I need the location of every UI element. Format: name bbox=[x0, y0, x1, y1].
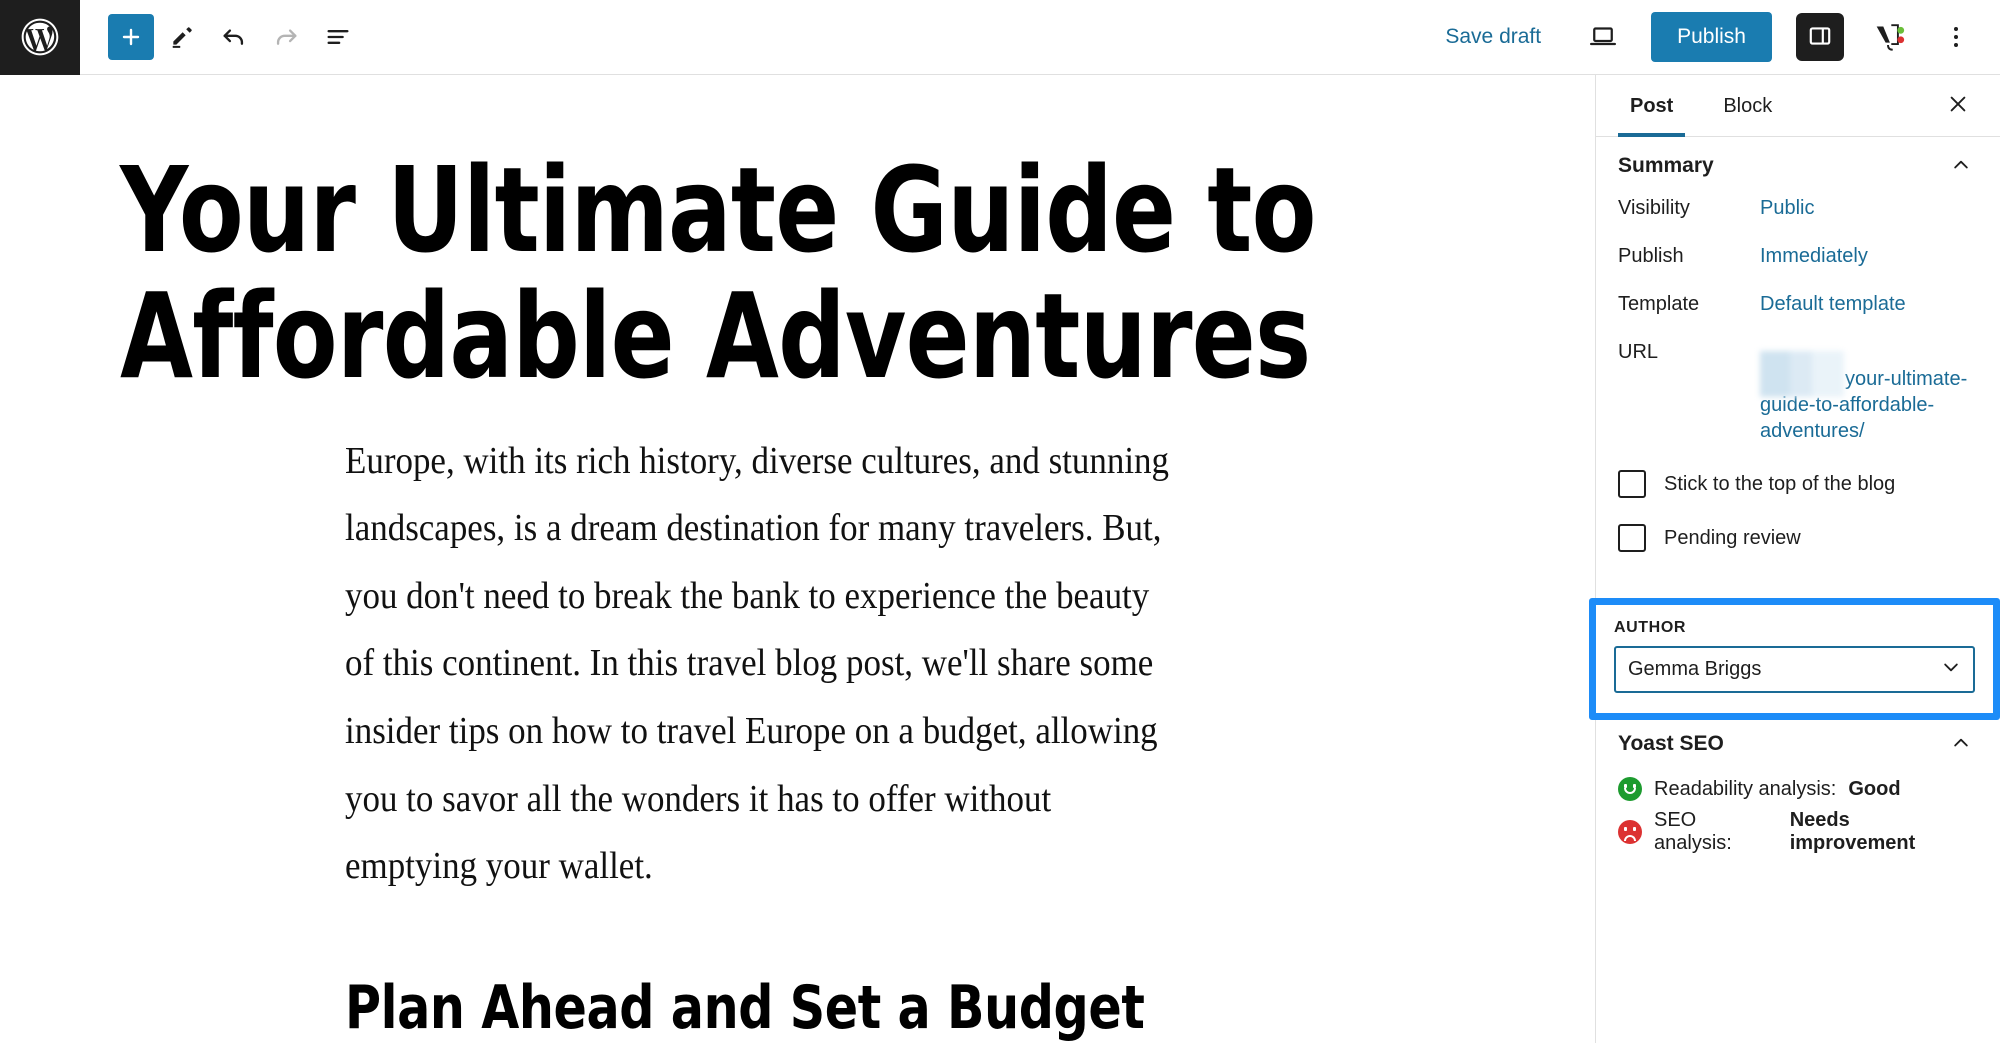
template-label: Template bbox=[1618, 293, 1700, 315]
editor-canvas[interactable]: Your Ultimate Guide to Affordable Advent… bbox=[0, 75, 1595, 1043]
visibility-value-button[interactable]: Public bbox=[1760, 195, 1978, 221]
author-section: AUTHOR Gemma Briggs bbox=[1596, 605, 1993, 693]
chevron-up-icon bbox=[1951, 155, 1971, 178]
readability-analysis-row[interactable]: Readability analysis: Good bbox=[1618, 777, 1978, 801]
green-smiley-face-icon bbox=[1618, 777, 1642, 801]
author-selected-value: Gemma Briggs bbox=[1628, 658, 1762, 680]
redacted-domain-blur bbox=[1760, 351, 1844, 397]
editor-top-toolbar: Save draft Publish bbox=[0, 0, 2000, 75]
redo-arrow-icon bbox=[272, 23, 300, 51]
summary-panel-title: Summary bbox=[1618, 154, 1714, 177]
seo-analysis-status: Needs improvement bbox=[1789, 809, 1916, 854]
laptop-preview-icon bbox=[1588, 21, 1618, 54]
summary-collapse-button[interactable] bbox=[1944, 149, 1978, 183]
redo-button[interactable] bbox=[262, 13, 310, 61]
post-paragraph-block[interactable]: Europe, with its rich history, diverse c… bbox=[345, 428, 1173, 901]
url-label: URL bbox=[1618, 341, 1659, 363]
yoast-seo-icon bbox=[1871, 19, 1905, 56]
plus-icon bbox=[119, 25, 143, 49]
sticky-post-checkbox[interactable] bbox=[1618, 470, 1646, 498]
right-toolbar-group: Save draft Publish bbox=[1431, 12, 2000, 62]
publish-button[interactable]: Publish bbox=[1651, 12, 1772, 62]
save-draft-button[interactable]: Save draft bbox=[1431, 17, 1555, 57]
author-label: AUTHOR bbox=[1614, 619, 1687, 636]
settings-sidebar-toggle-button[interactable] bbox=[1796, 13, 1844, 61]
visibility-label: Visibility bbox=[1618, 197, 1690, 219]
sticky-post-label: Stick to the top of the blog bbox=[1664, 472, 1896, 495]
summary-row-visibility: Visibility Public bbox=[1618, 195, 1978, 221]
tab-post[interactable]: Post bbox=[1618, 75, 1686, 137]
readability-analysis-label: Readability analysis: bbox=[1654, 777, 1837, 800]
sidebar-tab-bar: Post Block bbox=[1596, 75, 2000, 137]
seo-analysis-row[interactable]: SEO analysis: Needs improvement bbox=[1618, 809, 1978, 855]
url-value-button[interactable]: your-ultimate-guide-to-affordable-advent… bbox=[1760, 339, 1978, 444]
edit-mode-button[interactable] bbox=[158, 13, 206, 61]
three-dots-vertical-icon bbox=[1954, 27, 1958, 47]
yoast-panel-title: Yoast SEO bbox=[1618, 732, 1724, 755]
wordpress-logo-icon bbox=[18, 15, 62, 59]
wordpress-editor-app: Save draft Publish Your Ultimate Guide t… bbox=[0, 0, 2000, 1043]
pending-review-checkbox[interactable] bbox=[1618, 524, 1646, 552]
undo-button[interactable] bbox=[210, 13, 258, 61]
close-sidebar-button[interactable] bbox=[1938, 86, 1978, 126]
yoast-seo-panel: Yoast SEO bbox=[1596, 715, 2000, 773]
author-select[interactable]: Gemma Briggs bbox=[1614, 646, 1975, 693]
publish-label: Publish bbox=[1618, 245, 1684, 267]
summary-row-template: Template Default template bbox=[1618, 291, 1978, 317]
post-content-body: Europe, with its rich history, diverse c… bbox=[0, 428, 1595, 1043]
yoast-analysis-rows: Readability analysis: Good SEO analysis:… bbox=[1596, 773, 2000, 855]
document-outline-button[interactable] bbox=[314, 13, 362, 61]
settings-sidebar: Post Block Summary Visibility Public Pub… bbox=[1595, 75, 2000, 1043]
chevron-down-icon bbox=[1941, 657, 1961, 683]
seo-analysis-label: SEO analysis: bbox=[1654, 809, 1732, 854]
publish-value-button[interactable]: Immediately bbox=[1760, 243, 1978, 269]
close-x-icon bbox=[1947, 93, 1969, 118]
wordpress-logo-button[interactable] bbox=[0, 0, 80, 75]
summary-panel-header[interactable]: Summary bbox=[1618, 137, 1978, 195]
add-block-button[interactable] bbox=[108, 14, 154, 60]
template-value-button[interactable]: Default template bbox=[1760, 291, 1978, 317]
undo-arrow-icon bbox=[220, 23, 248, 51]
yoast-seo-button[interactable] bbox=[1862, 13, 1914, 61]
preview-button[interactable] bbox=[1579, 13, 1627, 61]
sticky-post-checkbox-row[interactable]: Stick to the top of the blog bbox=[1618, 470, 1978, 498]
document-outline-icon bbox=[324, 23, 352, 51]
post-title[interactable]: Your Ultimate Guide to Affordable Advent… bbox=[0, 75, 1584, 400]
more-options-button[interactable] bbox=[1934, 13, 1978, 61]
summary-row-publish: Publish Immediately bbox=[1618, 243, 1978, 269]
yoast-collapse-button[interactable] bbox=[1944, 727, 1978, 761]
summary-row-url: URL your-ultimate-guide-to-affordable-ad… bbox=[1618, 339, 1978, 444]
pending-review-checkbox-row[interactable]: Pending review bbox=[1618, 524, 1978, 552]
tab-block[interactable]: Block bbox=[1711, 75, 1784, 137]
pending-review-label: Pending review bbox=[1664, 526, 1801, 549]
summary-panel: Summary Visibility Public Publish Immedi… bbox=[1596, 137, 2000, 552]
left-toolbar-group bbox=[80, 13, 362, 61]
author-section-highlight: AUTHOR Gemma Briggs bbox=[1589, 598, 2000, 720]
pencil-icon bbox=[169, 24, 195, 50]
post-heading-block[interactable]: Plan Ahead and Set a Budget bbox=[345, 974, 1329, 1042]
red-frowny-face-icon bbox=[1618, 820, 1642, 844]
chevron-up-icon bbox=[1951, 733, 1971, 756]
readability-analysis-status: Good bbox=[1848, 777, 1901, 800]
yoast-panel-header[interactable]: Yoast SEO bbox=[1618, 715, 1978, 773]
sidebar-panel-icon bbox=[1807, 23, 1833, 52]
